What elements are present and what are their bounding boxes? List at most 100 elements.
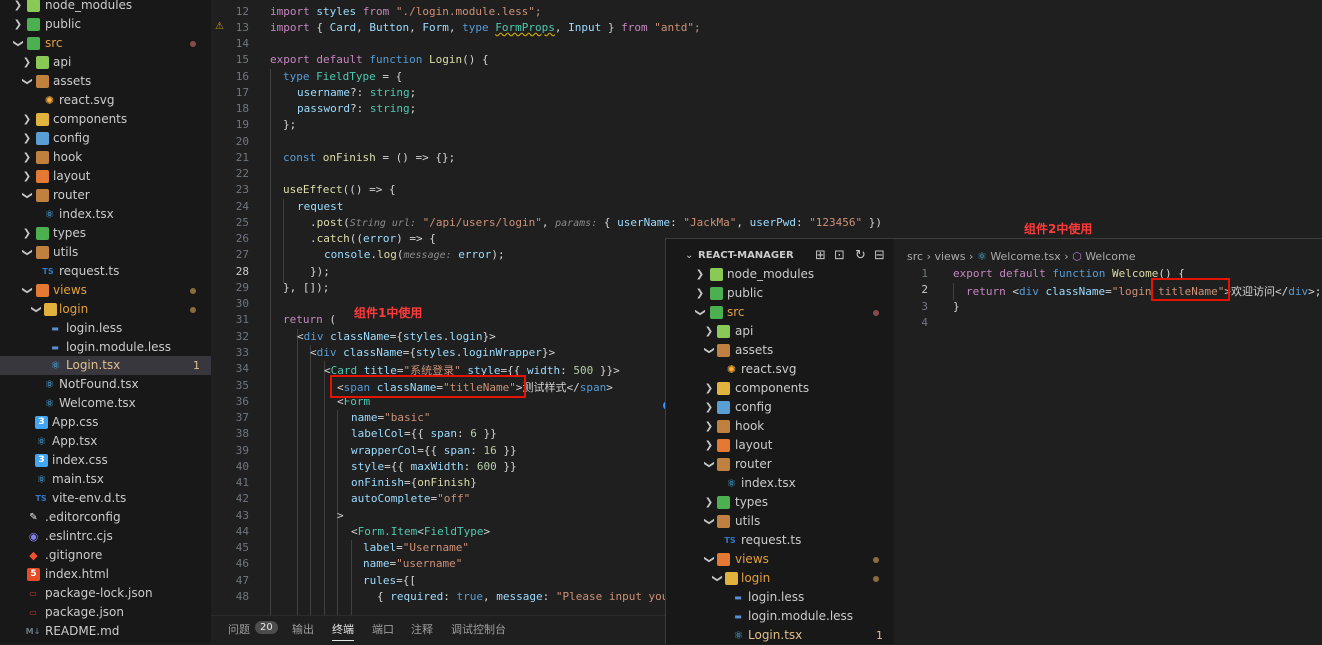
modified-dot [873, 557, 879, 563]
breadcrumb-symbol[interactable]: Welcome [1085, 250, 1135, 263]
breadcrumb-file[interactable]: Welcome.tsx [990, 250, 1060, 263]
overlay-item-layout[interactable]: ❯ layout [666, 436, 894, 455]
folder-login-icon [44, 303, 57, 316]
tree-item-login-less[interactable]: ▬ login.less [0, 319, 211, 338]
new-file-icon[interactable]: ⊞ [815, 248, 826, 263]
folder-node-icon [710, 268, 723, 281]
overlay-item-login-tsx[interactable]: ⚛ Login.tsx 1 [666, 626, 894, 645]
overlay-item-utils[interactable]: ❯ utils [666, 512, 894, 531]
eslint-icon: ◉ [28, 530, 39, 543]
overlay-item-assets[interactable]: ❯ assets [666, 341, 894, 360]
tree-item-api[interactable]: ❯ api [0, 53, 211, 72]
line-number: 32 [235, 330, 249, 343]
tree-item-config[interactable]: ❯ config [0, 129, 211, 148]
tree-item-layout[interactable]: ❯ layout [0, 167, 211, 186]
overlay-item-types[interactable]: ❯ types [666, 493, 894, 512]
tree-item-login-module-less[interactable]: ▬ login.module.less [0, 338, 211, 357]
tree-item-request-ts[interactable]: TS request.ts [0, 262, 211, 281]
breadcrumb-views[interactable]: views [934, 250, 965, 263]
tree-item-node-modules[interactable]: ❯ node_modules [0, 0, 211, 15]
overlay-code-editor[interactable]: src › views › ⚛ Welcome.tsx › ⬡ Welcome … [894, 239, 1322, 644]
overlay-item-views[interactable]: ❯ views [666, 550, 894, 569]
css-file-icon: 3 [35, 416, 48, 429]
folder-utils-icon [36, 246, 49, 259]
line-number: 28 [235, 265, 249, 278]
indent-guide [283, 199, 284, 283]
tree-item-label: App.tsx [52, 434, 98, 448]
tree-item-readme[interactable]: M↓ README.md [0, 622, 211, 641]
overlay-item-config[interactable]: ❯ config [666, 398, 894, 417]
tree-item-hook[interactable]: ❯ hook [0, 148, 211, 167]
code-line-15: export default function Login() { [270, 53, 489, 66]
tree-item-label: request.ts [741, 533, 802, 547]
tree-item-index-tsx[interactable]: ⚛ index.tsx [0, 205, 211, 224]
tab-problems[interactable]: 问题 [228, 621, 250, 637]
tree-item-index-html[interactable]: 5 index.html [0, 565, 211, 584]
code-line-42: autoComplete="off" [351, 492, 471, 505]
tree-item-package-json[interactable]: ▭ package.json [0, 603, 211, 622]
tree-item-label: assets [53, 74, 92, 88]
chevron-down-icon: ❯ [12, 39, 24, 48]
tree-item-vite-env[interactable]: TS vite-env.d.ts [0, 489, 211, 508]
tab-comments[interactable]: 注释 [411, 621, 433, 637]
explorer-sidebar: ❯ node_modules ❯ public ❯ src ❯ api ❯ as… [0, 0, 211, 643]
overlay-item-components[interactable]: ❯ components [666, 379, 894, 398]
tree-item-router[interactable]: ❯ router [0, 186, 211, 205]
tree-item-types[interactable]: ❯ types [0, 224, 211, 243]
tab-terminal[interactable]: 终端 [332, 621, 354, 641]
tree-item-eslintrc[interactable]: ◉ .eslintrc.cjs [0, 527, 211, 546]
overlay-item-login-folder[interactable]: ❯ login [666, 569, 894, 588]
tree-item-app-tsx[interactable]: ⚛ App.tsx [0, 432, 211, 451]
code-line-45: label="Username" [363, 541, 469, 554]
tree-item-index-css[interactable]: 3 index.css [0, 451, 211, 470]
line-number: 45 [235, 541, 249, 554]
ts-file-icon: TS [42, 267, 54, 276]
new-folder-icon[interactable]: ⊡ [834, 248, 845, 263]
tree-item-react-svg[interactable]: ✺ react.svg [0, 91, 211, 110]
line-number: 47 [235, 574, 249, 587]
collapse-all-icon[interactable]: ⊟ [874, 248, 885, 263]
tree-item-utils[interactable]: ❯ utils [0, 243, 211, 262]
overlay-item-node-modules[interactable]: ❯ node_modules [666, 265, 894, 284]
tab-ports[interactable]: 端口 [372, 621, 394, 637]
code-line-41: onFinish={onFinish} [351, 476, 477, 489]
tab-output[interactable]: 输出 [292, 621, 314, 637]
tab-debug-console[interactable]: 调试控制台 [451, 621, 506, 637]
modified-dot [873, 576, 879, 582]
code-line-47: rules={[ [363, 574, 416, 587]
overlay-item-router[interactable]: ❯ router [666, 455, 894, 474]
overlay-item-react-svg[interactable]: ✺ react.svg [666, 360, 894, 379]
overlay-item-hook[interactable]: ❯ hook [666, 417, 894, 436]
tree-item-package-lock[interactable]: ▭ package-lock.json [0, 584, 211, 603]
tree-item-gitignore[interactable]: ◆ .gitignore [0, 546, 211, 565]
code-line-28: }); [310, 265, 330, 278]
tree-item-login-tsx[interactable]: ⚛ Login.tsx 1 [0, 356, 211, 375]
tree-item-public[interactable]: ❯ public [0, 15, 211, 34]
overlay-item-api[interactable]: ❯ api [666, 322, 894, 341]
tree-item-assets[interactable]: ❯ assets [0, 72, 211, 91]
line-number: 17 [235, 86, 249, 99]
tree-item-main-tsx[interactable]: ⚛ main.tsx [0, 470, 211, 489]
breadcrumb-src[interactable]: src [907, 250, 923, 263]
react-file-icon: ⚛ [44, 208, 55, 221]
overlay-item-request-ts[interactable]: TS request.ts [666, 531, 894, 550]
refresh-icon[interactable]: ↻ [855, 248, 866, 263]
overlay-item-login-less[interactable]: ▬ login.less [666, 588, 894, 607]
overlay-item-public[interactable]: ❯ public [666, 284, 894, 303]
tree-item-label: NotFound.tsx [59, 377, 139, 391]
markdown-icon: M↓ [25, 627, 41, 636]
react-file-icon: ⚛ [50, 359, 61, 372]
tree-item-label: hook [735, 419, 765, 433]
tree-item-editorconfig[interactable]: ✎ .editorconfig [0, 508, 211, 527]
tree-item-app-css[interactable]: 3 App.css [0, 413, 211, 432]
tree-item-notfound-tsx[interactable]: ⚛ NotFound.tsx [0, 375, 211, 394]
tree-item-views[interactable]: ❯ views [0, 281, 211, 300]
tree-item-src[interactable]: ❯ src [0, 34, 211, 53]
code-line-31: return ( [283, 313, 336, 326]
tree-item-login-folder[interactable]: ❯ login [0, 300, 211, 319]
overlay-item-src[interactable]: ❯ src [666, 303, 894, 322]
overlay-item-login-module-less[interactable]: ▬ login.module.less [666, 607, 894, 626]
tree-item-components[interactable]: ❯ components [0, 110, 211, 129]
overlay-item-index-tsx[interactable]: ⚛ index.tsx [666, 474, 894, 493]
tree-item-welcome-tsx[interactable]: ⚛ Welcome.tsx [0, 394, 211, 413]
